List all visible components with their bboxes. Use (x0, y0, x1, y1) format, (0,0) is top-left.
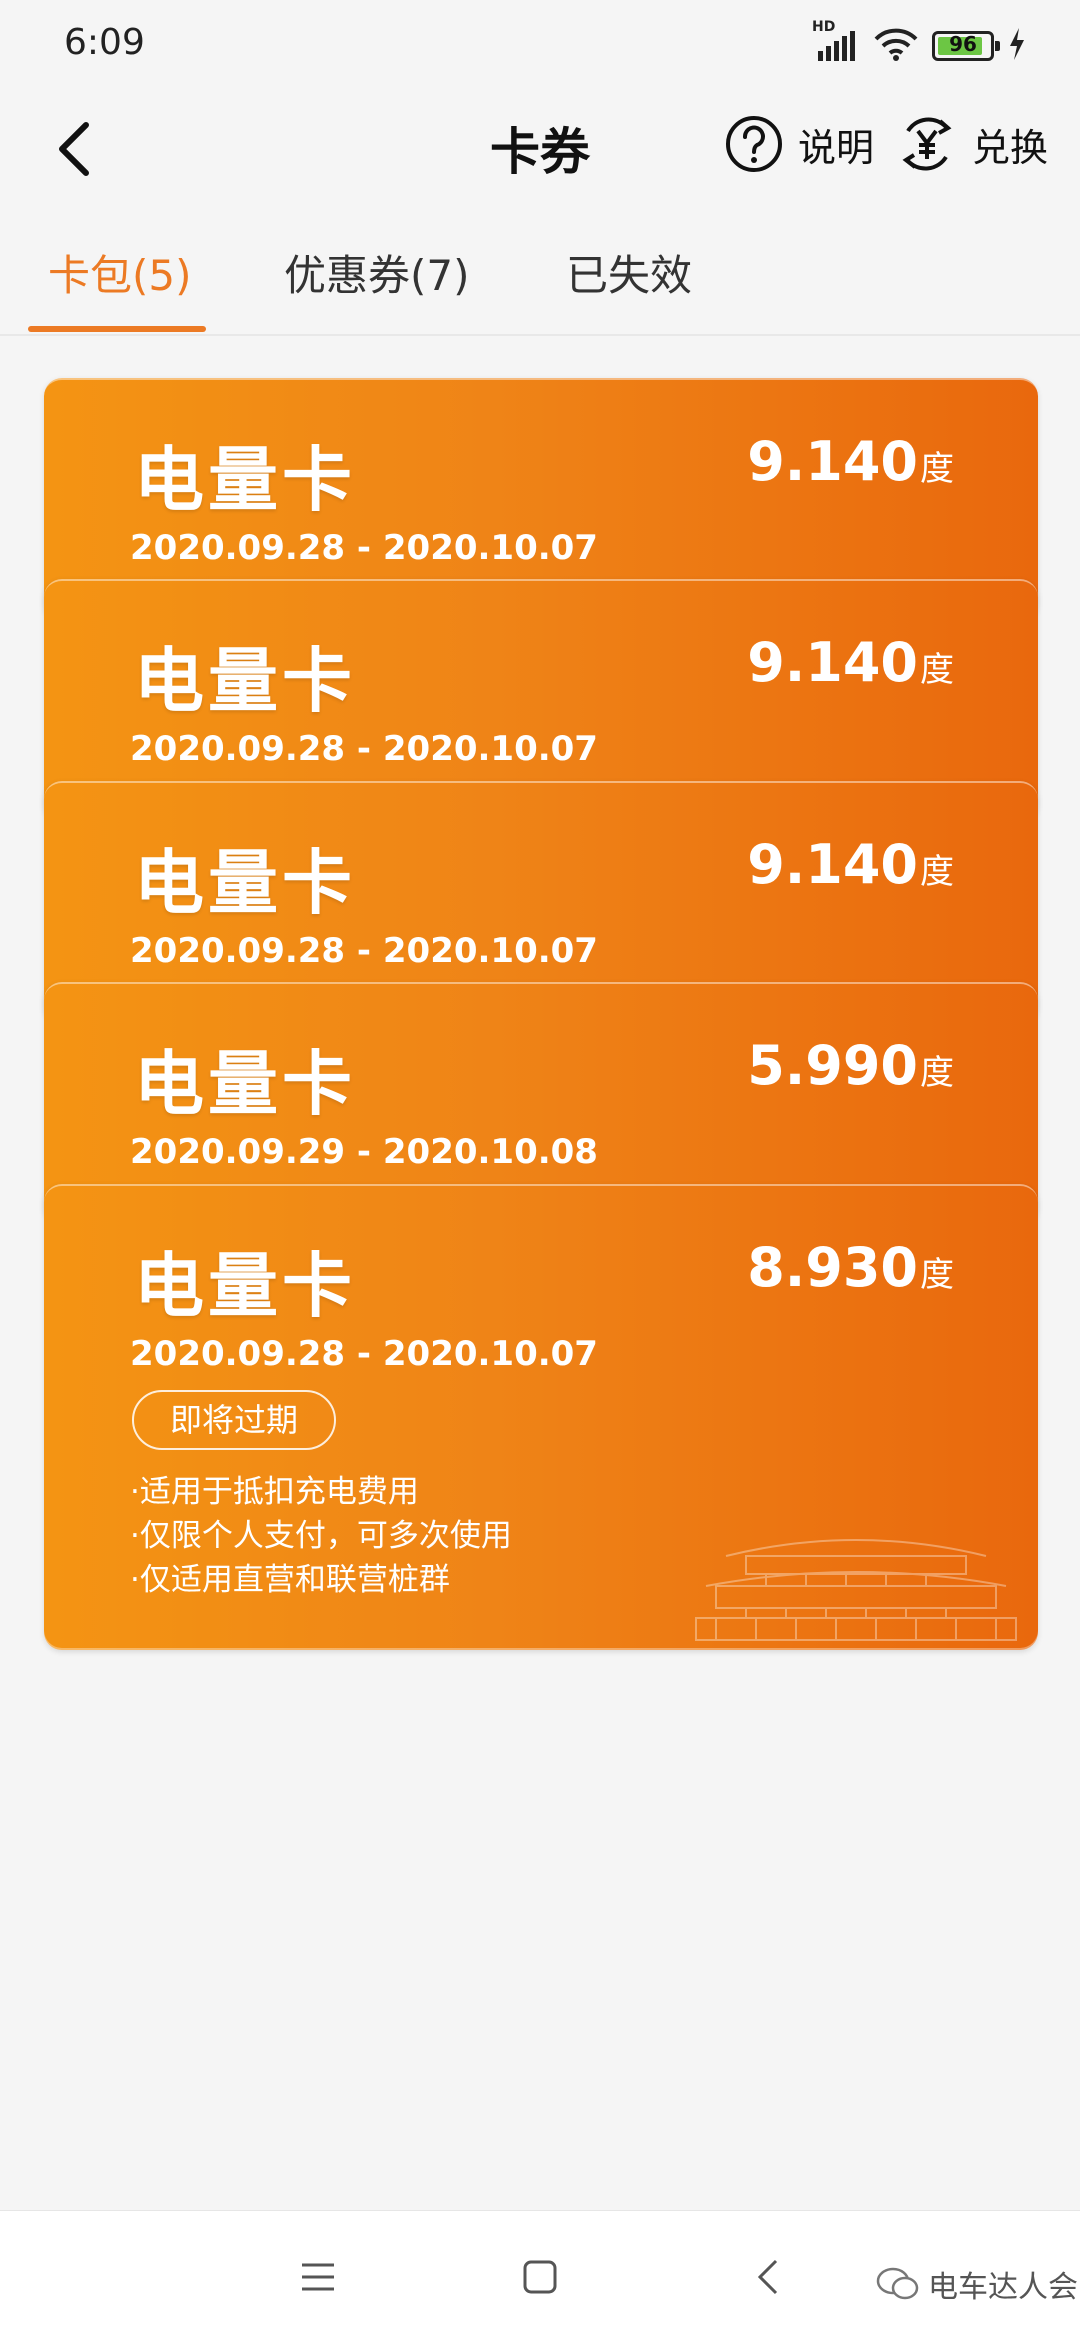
watermark-text: 电车达人会 (928, 2270, 1078, 2305)
rule-item: ·仅限个人支付，可多次使用 (130, 1518, 512, 1554)
card-period: 2020.09.28 - 2020.10.07 (130, 1334, 598, 1374)
exchange-button[interactable]: 兑换 (896, 106, 1048, 182)
card-list: 电量卡 9.140度 2020.09.28 - 2020.10.07 电量卡 9… (44, 378, 1038, 1650)
exchange-label: 兑换 (972, 125, 1049, 170)
system-back-button[interactable] (740, 2249, 796, 2305)
nav-bar: 卡券 说明 兑换 (0, 90, 1080, 210)
status-bar: 6:09 HD 96 (0, 0, 1080, 90)
palace-illustration (695, 1539, 1017, 1641)
tab-bar: 卡包(5) 优惠券(7) 已失效 (0, 220, 1080, 336)
card-name: 电量卡 (134, 640, 356, 722)
battery-level: 96 (949, 32, 977, 56)
active-tab-indicator (28, 326, 206, 332)
card-period: 2020.09.28 - 2020.10.07 (130, 729, 598, 769)
rule-item: ·适用于抵扣充电费用 (130, 1474, 419, 1510)
tab-card-wallet[interactable]: 卡包(5) (48, 242, 192, 303)
card-rules: ·适用于抵扣充电费用 ·仅限个人支付，可多次使用 ·仅适用直营和联营桩群 (130, 1470, 512, 1602)
card-period: 2020.09.28 - 2020.10.07 (130, 528, 598, 568)
wechat-icon (876, 2267, 919, 2300)
status-icons: HD 96 (812, 19, 1026, 66)
card-name: 电量卡 (134, 1043, 356, 1125)
watermark: 电车达人会 (876, 2262, 1078, 2306)
rule-item: ·仅适用直营和联营桩群 (130, 1562, 450, 1598)
home-square-icon (523, 2260, 557, 2294)
help-label: 说明 (798, 125, 875, 170)
tab-expired[interactable]: 已失效 (566, 242, 692, 303)
chevron-left-icon (757, 2259, 778, 2295)
card-name: 电量卡 (134, 1245, 356, 1327)
card-period: 2020.09.29 - 2020.10.08 (130, 1132, 598, 1172)
card-amount: 8.930度 (747, 1236, 954, 1299)
card-name: 电量卡 (134, 439, 356, 521)
energy-card-expanded[interactable]: 电量卡 8.930度 2020.09.28 - 2020.10.07 即将过期 … (44, 1184, 1038, 1650)
charging-icon (1008, 28, 1026, 64)
network-type-label: HD (812, 19, 836, 35)
menu-icon (302, 2263, 334, 2291)
tab-coupons[interactable]: 优惠券(7) (284, 242, 470, 303)
yen-exchange-icon (902, 117, 952, 171)
card-name: 电量卡 (134, 842, 356, 924)
help-button[interactable]: 说明 (724, 106, 874, 182)
question-icon (726, 116, 782, 172)
card-amount: 9.140度 (747, 833, 954, 896)
card-period: 2020.09.28 - 2020.10.07 (130, 931, 598, 971)
signal-icon: HD (812, 19, 860, 63)
menu-button[interactable] (290, 2249, 346, 2305)
card-amount: 9.140度 (747, 430, 954, 493)
home-button[interactable] (512, 2249, 568, 2305)
card-amount: 5.990度 (747, 1034, 954, 1097)
card-amount: 9.140度 (747, 631, 954, 694)
battery-icon: 96 (932, 31, 1000, 61)
expiring-badge: 即将过期 (132, 1390, 336, 1450)
status-time: 6:09 (64, 22, 145, 63)
wifi-icon (874, 27, 918, 65)
